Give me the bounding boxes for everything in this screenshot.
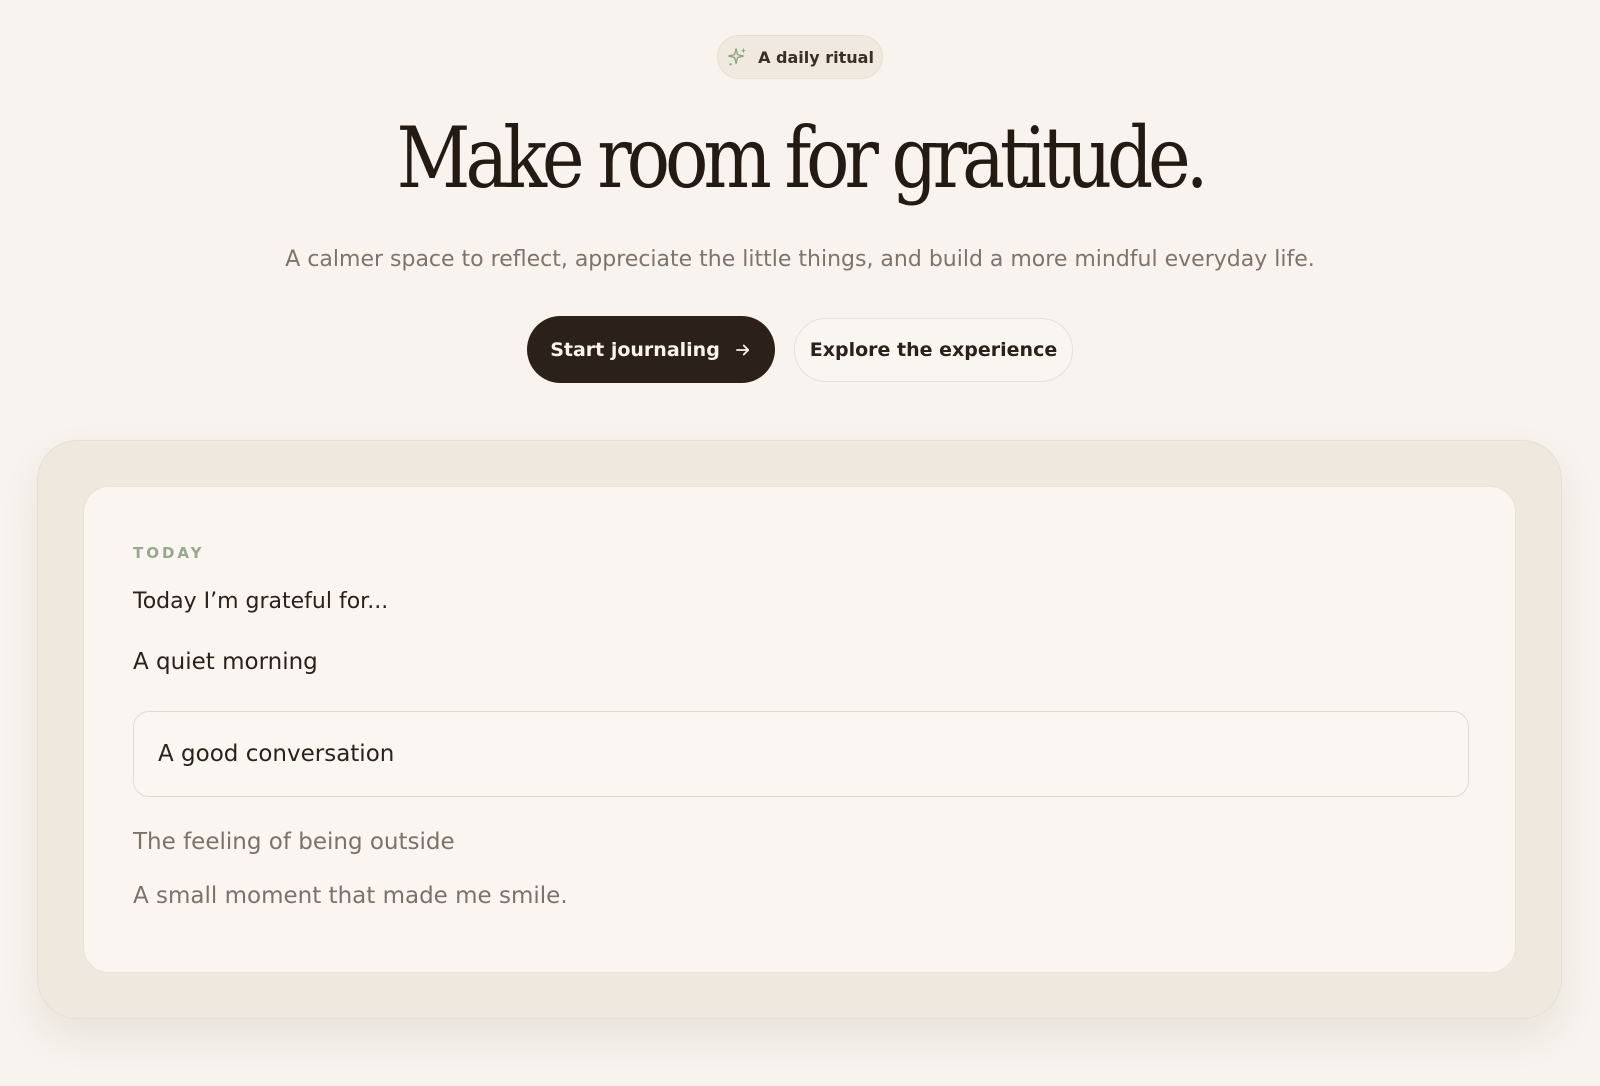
journal-entry-text: A good conversation — [158, 741, 395, 767]
page-subtitle: A calmer space to reflect, appreciate th… — [285, 247, 1315, 272]
day-label: TODAY — [133, 544, 205, 562]
arrow-right-icon — [735, 344, 749, 355]
start-journaling-button[interactable]: Start journaling — [527, 316, 775, 383]
journal-prompt: Today I’m grateful for... — [133, 589, 389, 614]
journal-entry[interactable]: A small moment that made me smile. — [133, 883, 568, 909]
journal-entry-active[interactable]: A good conversation — [133, 711, 1469, 797]
page-title: Make room for gratitude. — [396, 109, 1209, 207]
sparkle-icon — [728, 47, 747, 66]
journal-card: TODAY Today I’m grateful for... A quiet … — [83, 486, 1516, 973]
badge-label: A daily ritual — [758, 47, 874, 67]
journal-preview-frame: TODAY Today I’m grateful for... A quiet … — [37, 440, 1562, 1019]
start-journaling-label: Start journaling — [550, 338, 720, 361]
landing-page: A daily ritual Make room for gratitude. … — [0, 0, 1600, 1086]
explore-experience-button[interactable]: Explore the experience — [794, 318, 1073, 382]
daily-ritual-badge: A daily ritual — [717, 35, 883, 79]
journal-entry[interactable]: The feeling of being outside — [133, 829, 455, 855]
journal-entry[interactable]: A quiet morning — [133, 649, 318, 675]
